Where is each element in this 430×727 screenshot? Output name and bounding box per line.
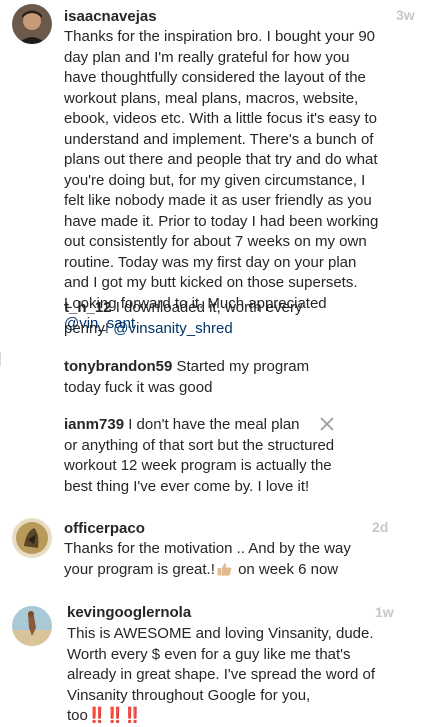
comment-username[interactable]: isaacnavejas — [64, 8, 157, 25]
comment-line: and I got my butt kicked on those supers… — [64, 274, 358, 291]
reply-comment: tonybrandon59 Started my program today f… — [64, 357, 394, 398]
avatar[interactable] — [12, 606, 52, 646]
comment-line: routine. Today was my first day on your … — [64, 253, 357, 271]
reply-username[interactable]: ianm739 — [64, 416, 124, 433]
comment-line: Vinsanity throughout Google for you, — [67, 686, 311, 704]
comment-line: already in great shape. I've spread the … — [67, 666, 376, 683]
comment-line: workout plans, meal plans, macros, websi… — [64, 89, 359, 107]
avatar[interactable] — [12, 518, 52, 558]
comment-text: This is AWESOME and loving Vinsanity, du… — [67, 624, 417, 727]
comment-timestamp: 1w — [375, 604, 394, 620]
avatar[interactable] — [12, 4, 52, 44]
comment-line: have thoughtfully considered the layout … — [64, 69, 366, 86]
reply-text: Started my program — [172, 358, 310, 375]
comment-line: you're doing but, for my given circumsta… — [64, 171, 366, 189]
comment-line: your program is great.! — [64, 560, 215, 578]
comment-line: understand and implement. There's a bunc… — [64, 130, 374, 148]
mention-link[interactable]: @vinsanity_shred — [113, 320, 232, 337]
comment-line: too — [67, 707, 88, 724]
thread-divider — [0, 352, 1, 366]
reply-comment: t_h_12 I downloaded it, worth every penn… — [64, 298, 394, 339]
comment-timestamp: 3w — [396, 7, 415, 23]
comment-line: felt like nobody made it as user friendl… — [64, 192, 372, 209]
comment-username[interactable]: kevingooglernola — [67, 604, 191, 621]
comment-timestamp: 2d — [372, 519, 389, 535]
comment-line: ebook, videos etc. With a little focus i… — [64, 110, 378, 127]
comment-text: Thanks for the motivation .. And by the … — [64, 539, 414, 580]
comment-line: Thanks for the motivation .. And by the … — [64, 540, 351, 557]
reply-text: I downloaded it, worth every — [111, 299, 303, 316]
comment-line: on week 6 now — [233, 560, 339, 578]
reply-text: best thing I've ever come by. I love it! — [64, 477, 310, 495]
reply-text: workout 12 week program is actually the — [64, 457, 332, 474]
reply-username[interactable]: t_h_12 — [64, 299, 112, 316]
comment-line: day plan and I'm really grateful for how… — [64, 48, 350, 66]
thumbs-up-icon — [217, 562, 232, 576]
comment-line: plans out there and people that try and … — [64, 151, 378, 168]
comment-line: have made it. Prior to today I had been … — [64, 212, 379, 230]
reply-text: today fuck it was good — [64, 378, 213, 396]
reply-username[interactable]: tonybrandon59 — [64, 358, 172, 375]
comment-username[interactable]: officerpaco — [64, 520, 145, 537]
comment-text: Thanks for the inspiration bro. I bought… — [64, 27, 424, 335]
comment-line: This is AWESOME and loving Vinsanity, du… — [67, 625, 374, 642]
comment-line: Worth every $ even for a guy like me tha… — [67, 645, 351, 663]
reply-text: penny! — [64, 319, 114, 337]
close-icon[interactable] — [318, 415, 336, 433]
reply-comment: ianm739 I don't have the meal plan or an… — [64, 415, 394, 497]
comment-line: out consistently for about 7 weeks on my… — [64, 233, 367, 250]
comment-line: Thanks for the inspiration bro. I bought… — [64, 28, 376, 45]
reply-text: or anything of that sort but the structu… — [64, 436, 335, 454]
reply-text: I don't have the meal plan — [124, 416, 300, 433]
exclamation-emoji: ‼️‼️‼️ — [87, 707, 142, 724]
